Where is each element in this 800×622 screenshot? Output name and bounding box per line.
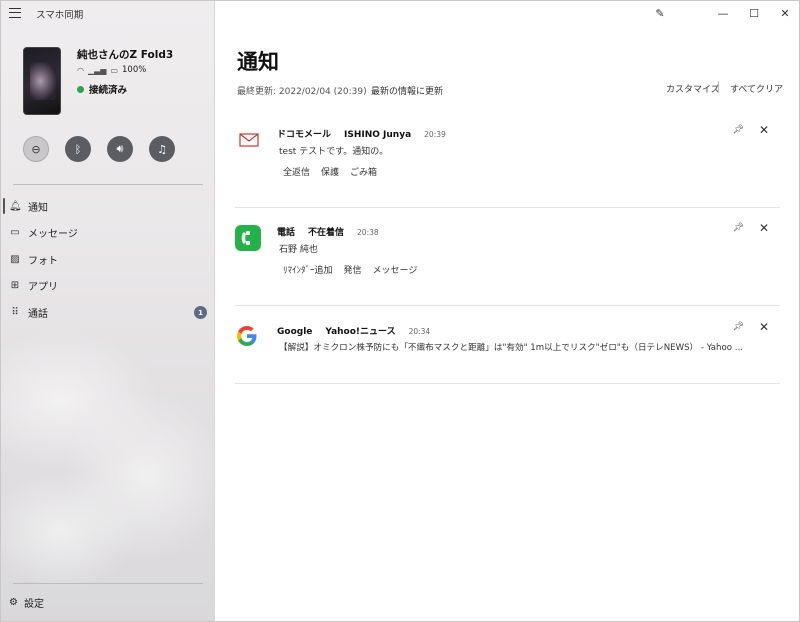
notification-time: 20:39: [424, 130, 446, 139]
maximize-icon: ☐: [749, 6, 759, 20]
connection-label: 接続済み: [89, 85, 128, 96]
notification-app: Google: [277, 327, 313, 337]
notification-body: test テストです。通知の。: [279, 147, 389, 157]
connection-status: 接続済み: [77, 82, 127, 96]
device-image: [23, 47, 61, 115]
maximize-button[interactable]: ☐: [739, 5, 769, 21]
bell-icon: 🔔︎: [9, 200, 22, 212]
dismiss-button[interactable]: ✕: [759, 320, 769, 334]
notification-divider: [235, 305, 780, 306]
notification-header: Google Yahoo!ニュース 20:34: [277, 324, 430, 337]
pin-icon[interactable]: 📌︎: [733, 223, 744, 233]
sidebar-item-apps[interactable]: ⊞ アプリ: [1, 273, 214, 300]
notification-card[interactable]: ドコモメール ISHINO Junya 20:39 test テストです。通知の…: [235, 123, 780, 187]
device-status: ◠ ▁▃▅ ▭ 100%: [77, 65, 146, 75]
add-reminder-button[interactable]: ﾘﾏｲﾝﾀﾞｰ追加: [283, 263, 333, 276]
notification-body: 【解説】オミクロン株予防にも「不織布マスクと距離」は"有効" 1m以上でリスク"…: [279, 343, 743, 353]
notification-card[interactable]: Google Yahoo!ニュース 20:34 【解説】オミクロン株予防にも「不…: [235, 320, 780, 374]
sidebar-item-messages[interactable]: ▭ メッセージ: [1, 220, 214, 247]
page-title: 通知: [237, 50, 279, 74]
notification-header: ドコモメール ISHINO Junya 20:39: [277, 127, 446, 140]
sidebar-item-photos[interactable]: ▨ フォト: [1, 246, 214, 273]
volume-icon: 🔊︎: [116, 142, 124, 155]
dialpad-icon: ⠿: [11, 306, 19, 318]
music-icon: ♫: [157, 142, 167, 156]
quick-actions: ⊖ ᛒ 🔊︎ ♫: [23, 136, 175, 162]
battery-level: 100%: [122, 65, 147, 75]
notification-card[interactable]: 電話 不在着信 20:38 石野 純也 ﾘﾏｲﾝﾀﾞｰ追加 発信 メッセージ 📌…: [235, 221, 780, 285]
sidebar-item-label: 通話: [28, 308, 48, 320]
notification-divider: [235, 383, 780, 384]
sidebar-item-label: メッセージ: [28, 229, 78, 241]
notification-divider: [235, 207, 780, 208]
last-update: 最終更新: 2022/02/04 (20:39): [237, 87, 367, 97]
wifi-icon: ◠: [77, 65, 84, 75]
phone-link-window: スマホ同期 純也さんのZ Fold3 ◠ ▁▃▅ ▭ 100% 接続済み ⊖ ᛒ…: [0, 0, 800, 622]
notification-actions: ﾘﾏｲﾝﾀﾞｰ追加 発信 メッセージ: [283, 263, 417, 276]
header-separator: [718, 81, 719, 93]
sidebar-item-calls[interactable]: ⠿ 通話 1: [1, 299, 214, 326]
sidebar-divider: [13, 184, 203, 185]
dismiss-button[interactable]: ✕: [759, 123, 769, 137]
notification-time: 20:38: [357, 228, 379, 237]
refresh-link[interactable]: 最新の情報に更新: [371, 84, 443, 97]
pen-button[interactable]: ✎: [645, 5, 675, 21]
google-icon: [235, 324, 259, 348]
sidebar-item-label: フォト: [28, 255, 58, 267]
close-window-button[interactable]: ✕: [770, 5, 799, 21]
app-title: スマホ同期: [36, 10, 84, 21]
connected-dot-icon: [77, 85, 84, 93]
notification-sender: 不在着信: [308, 228, 345, 238]
title-bar: スマホ同期: [1, 1, 214, 27]
calls-badge: 1: [194, 306, 207, 319]
photo-icon: ▨: [10, 253, 20, 265]
signal-icon: ▁▃▅: [87, 65, 107, 75]
bluetooth-icon: ᛒ: [74, 142, 82, 156]
sidebar-item-label: 通知: [28, 202, 48, 214]
message-icon: ▭: [10, 227, 20, 239]
minimize-icon: —: [717, 6, 729, 20]
sidebar-item-label: アプリ: [28, 282, 58, 294]
mail-icon: [235, 127, 263, 155]
pin-icon[interactable]: 📌︎: [733, 125, 744, 135]
notification-sender: ISHINO Junya: [344, 130, 412, 140]
protect-button[interactable]: 保護: [321, 165, 339, 178]
notification-actions: 全返信 保護 ごみ箱: [283, 165, 377, 178]
main-panel: ✎ — ☐ ✕ 通知 最終更新: 2022/02/04 (20:39) 最新の情…: [215, 1, 799, 621]
sidebar-divider: [13, 583, 203, 584]
send-message-button[interactable]: メッセージ: [373, 263, 418, 276]
notification-body: 石野 純也: [279, 245, 318, 255]
close-icon: ✕: [780, 6, 790, 20]
notification-header: 電話 不在着信 20:38: [277, 225, 379, 238]
sidebar-nav: 🔔︎ 通知 ▭ メッセージ ▨ フォト ⊞ アプリ ⠿ 通話 1: [1, 193, 214, 326]
settings-label: 設定: [23, 599, 44, 610]
sidebar-item-settings[interactable]: ⚙ 設定: [9, 595, 44, 610]
do-not-disturb-icon: ⊖: [31, 142, 41, 156]
notification-app: 電話: [277, 228, 296, 238]
music-button[interactable]: ♫: [149, 136, 175, 162]
clear-all-link[interactable]: すべてクリア: [730, 82, 783, 95]
bluetooth-button[interactable]: ᛒ: [65, 136, 91, 162]
call-back-button[interactable]: 発信: [344, 263, 362, 276]
minimize-button[interactable]: —: [708, 5, 738, 21]
reply-all-button[interactable]: 全返信: [283, 165, 310, 178]
pen-icon: ✎: [655, 6, 665, 20]
trash-button[interactable]: ごみ箱: [350, 165, 377, 178]
notification-app: ドコモメール: [277, 130, 332, 140]
sidebar: スマホ同期 純也さんのZ Fold3 ◠ ▁▃▅ ▭ 100% 接続済み ⊖ ᛒ…: [1, 1, 215, 621]
notification-time: 20:34: [408, 327, 431, 336]
hamburger-menu-icon[interactable]: [9, 8, 21, 18]
do-not-disturb-button[interactable]: ⊖: [23, 136, 49, 162]
dismiss-button[interactable]: ✕: [759, 221, 769, 235]
phone-app-icon: [235, 225, 261, 251]
battery-icon: ▭: [110, 65, 119, 75]
apps-icon: ⊞: [10, 280, 20, 292]
notification-sender: Yahoo!ニュース: [325, 327, 396, 337]
sidebar-item-notifications[interactable]: 🔔︎ 通知: [1, 193, 214, 220]
customize-link[interactable]: カスタマイズ: [666, 82, 720, 95]
device-name: 純也さんのZ Fold3: [77, 49, 174, 61]
pin-icon[interactable]: 📌︎: [733, 322, 744, 332]
volume-button[interactable]: 🔊︎: [107, 136, 133, 162]
gear-icon: ⚙: [9, 597, 18, 608]
